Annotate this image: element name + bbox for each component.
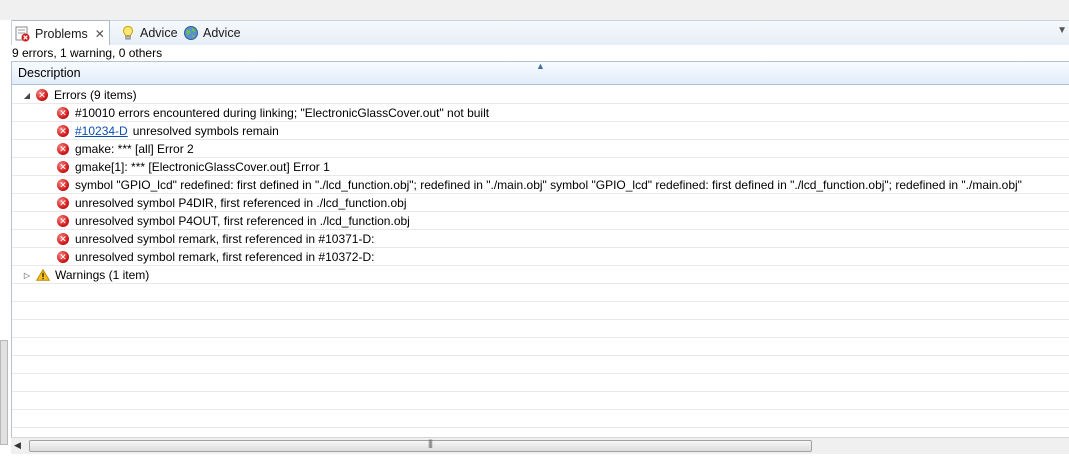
list-item[interactable]: ✕ #10234-D unresolved symbols remain — [12, 122, 1069, 140]
collapsed-triangle-icon[interactable]: ▷ — [22, 267, 32, 284]
problems-tree: ◢ ✕ Errors (9 items) ✕ #10010 errors enc… — [12, 86, 1069, 440]
warning-icon — [35, 268, 51, 281]
error-icon: ✕ — [57, 197, 69, 209]
error-icon: ✕ — [57, 179, 69, 191]
sort-arrow-icon: ▲ — [536, 61, 545, 71]
problems-summary: 9 errors, 1 warning, 0 others — [11, 45, 1069, 61]
column-header-description[interactable]: Description ▲ — [12, 62, 1069, 85]
view-tab-bar: Problems ✕ Advice Advice ▼ — [11, 20, 1069, 46]
problem-description: unresolved symbol P4OUT, first reference… — [75, 213, 410, 228]
lightbulb-icon — [120, 25, 136, 41]
error-icon: ✕ — [57, 251, 69, 263]
problem-description: gmake[1]: *** [ElectronicGlassCover.out]… — [75, 159, 330, 174]
tab-problems[interactable]: Problems ✕ — [12, 20, 110, 46]
tab-advice-label: Advice — [140, 26, 178, 40]
problem-description: unresolved symbol P4DIR, first reference… — [75, 195, 407, 210]
top-strip — [0, 0, 1069, 20]
list-item[interactable]: ✕ gmake[1]: *** [ElectronicGlassCover.ou… — [12, 158, 1069, 176]
globe-icon — [183, 25, 199, 41]
error-icon: ✕ — [57, 215, 69, 227]
left-gutter — [0, 45, 11, 457]
list-item[interactable]: ✕ unresolved symbol P4OUT, first referen… — [12, 212, 1069, 230]
problems-table: Description ▲ ◢ ✕ Errors (9 items) ✕ #10… — [11, 61, 1069, 441]
error-icon: ✕ — [57, 161, 69, 173]
view-menu-chevron-icon[interactable]: ▼ — [1057, 25, 1067, 36]
left-scrollbar-fragment[interactable] — [0, 340, 8, 445]
scroll-left-arrow-icon[interactable]: ◀ — [14, 440, 21, 451]
error-icon: ✕ — [57, 143, 69, 155]
problem-description: gmake: *** [all] Error 2 — [75, 141, 194, 156]
list-item[interactable]: ✕ gmake: *** [all] Error 2 — [12, 140, 1069, 158]
tab-problems-label: Problems — [35, 26, 88, 41]
tree-group-warnings[interactable]: ▷ Warnings (1 item) — [12, 266, 1069, 284]
list-item[interactable]: ✕ #10010 errors encountered during linki… — [12, 104, 1069, 122]
problem-description: unresolved symbol remark, first referenc… — [75, 231, 375, 246]
list-item[interactable]: ✕ unresolved symbol remark, first refere… — [12, 230, 1069, 248]
tab-advice-label: Advice — [203, 26, 241, 40]
list-item[interactable]: ✕ unresolved symbol P4DIR, first referen… — [12, 194, 1069, 212]
error-icon: ✕ — [57, 233, 69, 245]
tree-group-errors[interactable]: ◢ ✕ Errors (9 items) — [12, 86, 1069, 104]
error-icon: ✕ — [57, 125, 69, 137]
grip-icon: ||| — [428, 438, 433, 448]
error-icon: ✕ — [36, 89, 48, 101]
tab-advice-1[interactable]: Advice — [120, 21, 178, 45]
horizontal-scrollbar[interactable]: ◀ ||| — [11, 437, 1069, 454]
scrollbar-thumb[interactable]: ||| — [29, 438, 812, 452]
column-header-label: Description — [18, 66, 81, 80]
tab-advice-2[interactable]: Advice — [183, 21, 241, 45]
error-icon: ✕ — [57, 107, 69, 119]
list-item[interactable]: ✕ symbol "GPIO_lcd" redefined: first def… — [12, 176, 1069, 194]
close-icon[interactable]: ✕ — [95, 27, 105, 41]
problem-description: unresolved symbol remark, first referenc… — [75, 249, 375, 264]
group-label: Errors (9 items) — [54, 87, 137, 102]
problem-description: #10010 errors encountered during linking… — [75, 105, 490, 120]
group-label: Warnings (1 item) — [55, 267, 150, 282]
problem-description: unresolved symbols remain — [132, 123, 279, 138]
problems-icon — [15, 26, 31, 42]
list-item[interactable]: ✕ unresolved symbol remark, first refere… — [12, 248, 1069, 266]
problem-description: symbol "GPIO_lcd" redefined: first defin… — [75, 177, 1022, 192]
expanded-triangle-icon[interactable]: ◢ — [22, 87, 32, 104]
problem-link[interactable]: #10234-D — [75, 123, 128, 140]
